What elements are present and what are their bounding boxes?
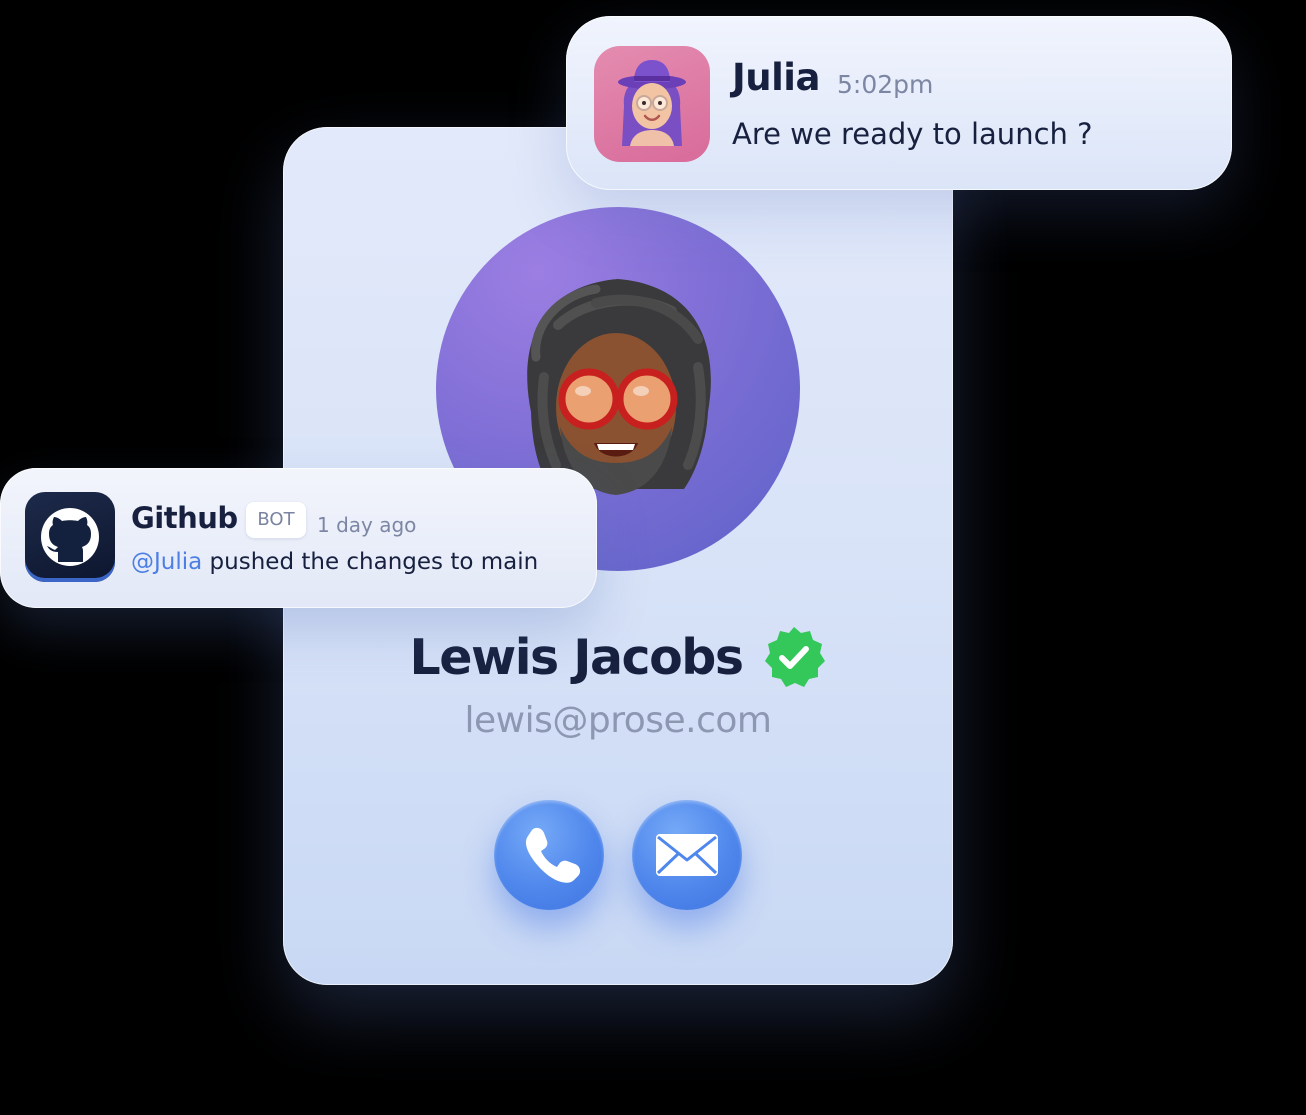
email-button[interactable]: [632, 800, 742, 910]
profile-name: Lewis Jacobs: [409, 628, 745, 686]
mention-link[interactable]: @Julia: [131, 549, 202, 575]
profile-email: lewis@prose.com: [464, 700, 772, 741]
github-icon: [41, 508, 99, 566]
mail-icon: [656, 834, 718, 876]
github-message-text: pushed the changes to main: [202, 549, 539, 575]
github-notification[interactable]: Github BOT 1 day ago @Julia pushed the c…: [0, 468, 597, 608]
bot-badge: BOT: [246, 502, 306, 538]
github-avatar: [25, 492, 115, 582]
julia-avatar: [594, 46, 710, 162]
github-sender-name: Github: [131, 501, 238, 535]
julia-timestamp: 5:02pm: [837, 70, 934, 99]
stage: Lewis Jacobs lewis@prose.com Julia 5:02p…: [0, 0, 1306, 1115]
github-timestamp: 1 day ago: [317, 513, 417, 537]
julia-message: Are we ready to launch ?: [732, 117, 1093, 151]
phone-icon: [525, 827, 581, 883]
julia-sender-name: Julia: [732, 56, 820, 99]
memoji-avatar-icon: [618, 60, 686, 146]
julia-notification[interactable]: Julia 5:02pm Are we ready to launch ?: [566, 16, 1232, 190]
profile-name-row: Lewis Jacobs: [283, 617, 953, 697]
github-message: @Julia pushed the changes to main: [131, 549, 538, 575]
verified-badge-icon: [764, 627, 825, 687]
call-button[interactable]: [494, 800, 604, 910]
